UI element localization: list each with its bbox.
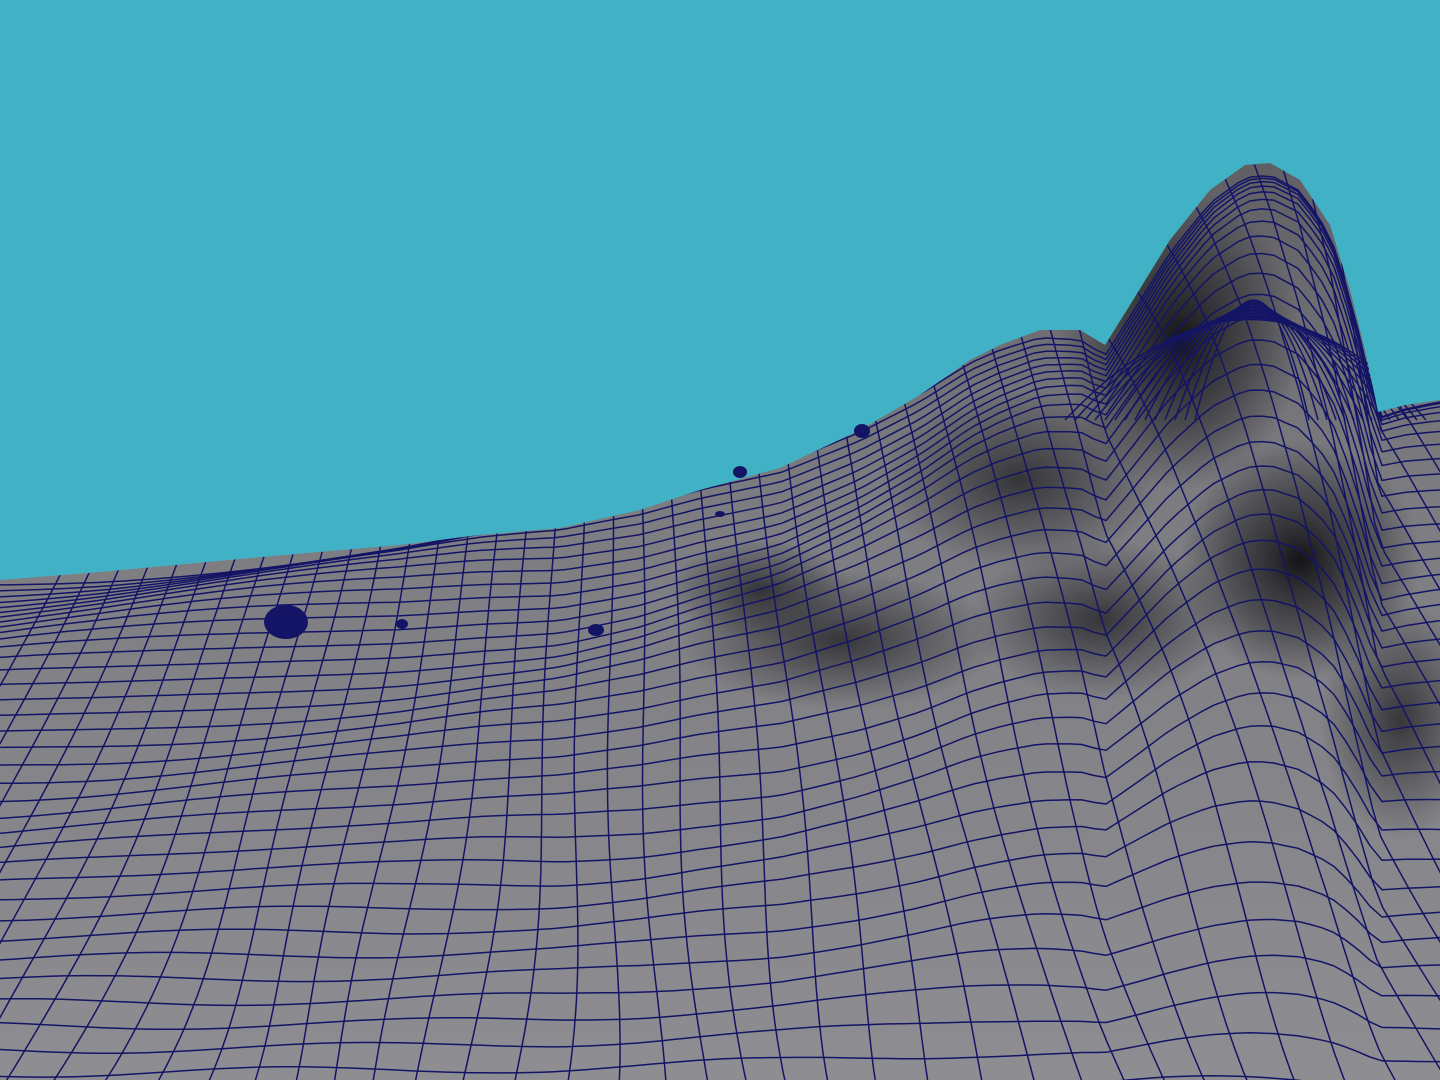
terrain-scene	[0, 0, 1440, 1080]
3d-viewport[interactable]	[0, 0, 1440, 1080]
